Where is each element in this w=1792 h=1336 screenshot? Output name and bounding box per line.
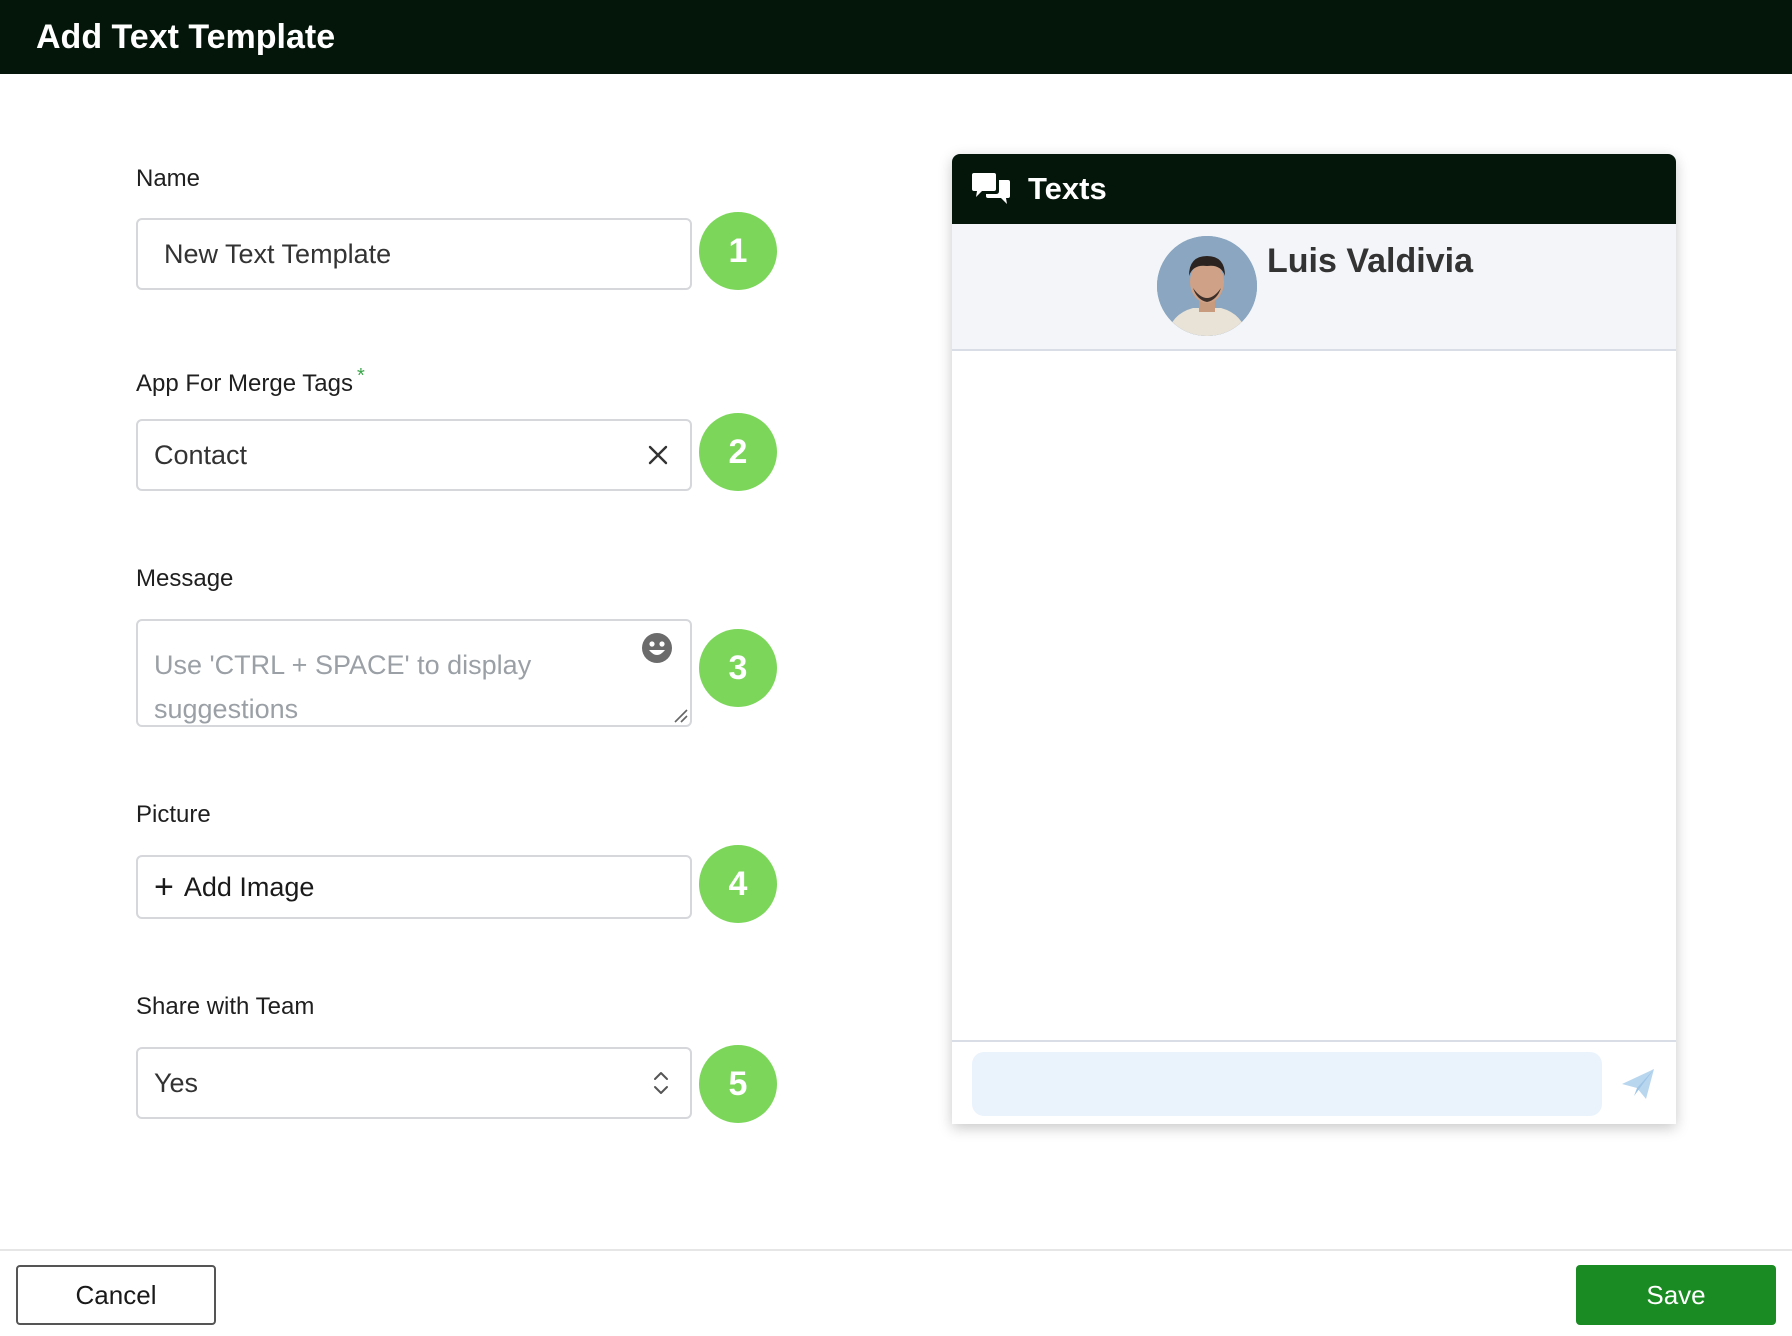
emoji-icon[interactable]: [640, 631, 674, 665]
plus-icon: +: [154, 868, 174, 906]
chat-bubbles-icon: [972, 173, 1010, 204]
name-input[interactable]: New Text Template: [136, 218, 692, 290]
footer-divider: [0, 1249, 1792, 1251]
message-placeholder: Use 'CTRL + SPACE' to display suggestion…: [154, 650, 532, 724]
compose-bar: [952, 1040, 1676, 1124]
step-badge-4: 4: [699, 845, 777, 923]
required-asterisk: *: [357, 365, 365, 387]
share-with-team-label: Share with Team: [136, 993, 315, 1020]
resize-handle-icon[interactable]: [672, 707, 688, 723]
preview-header-title: Texts: [1028, 171, 1107, 206]
share-with-team-value: Yes: [154, 1068, 199, 1098]
app-merge-tags-select[interactable]: Contact: [136, 419, 692, 491]
name-input-value: New Text Template: [164, 239, 392, 269]
save-button[interactable]: Save: [1576, 1265, 1776, 1325]
send-icon[interactable]: [1620, 1066, 1656, 1102]
message-textarea[interactable]: Use 'CTRL + SPACE' to display suggestion…: [136, 619, 692, 727]
add-image-label: Add Image: [183, 872, 315, 902]
text-preview-panel: Texts Luis Valdivia: [952, 154, 1676, 1124]
select-arrows-icon: [654, 1072, 668, 1094]
contact-name: Luis Valdivia: [1267, 242, 1473, 280]
share-with-team-select[interactable]: Yes: [136, 1047, 692, 1119]
compose-input[interactable]: [972, 1052, 1602, 1116]
app-merge-tags-label: App For Merge Tags *: [136, 365, 365, 398]
app-merge-tags-value: Contact: [154, 440, 248, 470]
avatar: [1157, 236, 1257, 336]
preview-header: Texts: [952, 154, 1676, 224]
app-merge-tags-label-text: App For Merge Tags: [136, 370, 353, 397]
picture-label: Picture: [136, 801, 211, 828]
message-label: Message: [136, 565, 234, 592]
step-badge-3: 3: [699, 629, 777, 707]
add-image-button[interactable]: + Add Image: [136, 855, 692, 919]
avatar-photo: [1157, 236, 1257, 336]
message-thread: [952, 351, 1676, 1041]
contact-bar: Luis Valdivia: [952, 224, 1676, 351]
step-badge-1: 1: [699, 212, 777, 290]
name-label: Name: [136, 165, 201, 192]
step-badge-2: 2: [699, 413, 777, 491]
cancel-button[interactable]: Cancel: [16, 1265, 216, 1325]
clear-icon[interactable]: [646, 443, 670, 467]
step-badge-5: 5: [699, 1045, 777, 1123]
dialog-title: Add Text Template: [0, 0, 1792, 74]
